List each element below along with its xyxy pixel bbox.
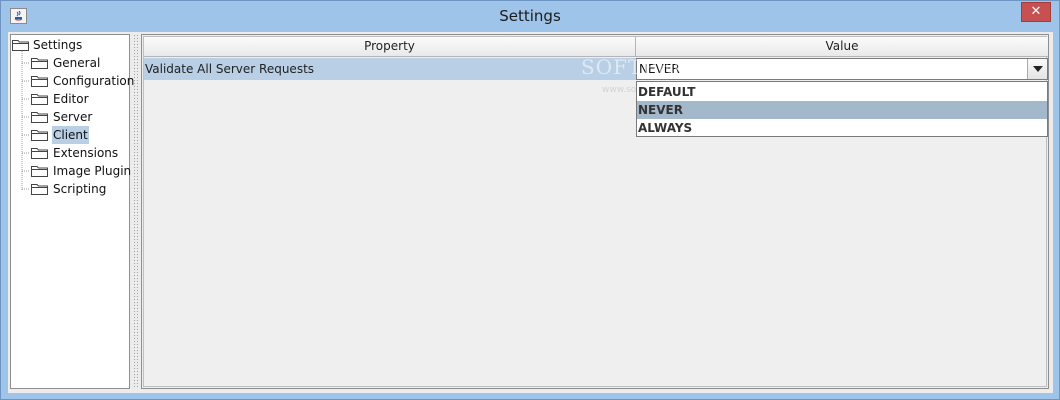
client-area: Settings General Configuration Editor Se… bbox=[8, 32, 1053, 393]
folder-icon bbox=[31, 94, 48, 105]
folder-icon bbox=[31, 130, 48, 141]
dropdown-arrow-button[interactable] bbox=[1027, 59, 1047, 79]
folder-icon bbox=[31, 166, 48, 177]
folder-icon bbox=[31, 58, 48, 69]
table-header: Property Value bbox=[144, 37, 1048, 57]
splitter-handle[interactable] bbox=[133, 34, 140, 389]
tree-item-label: Server bbox=[53, 110, 93, 124]
tree-item-label: Client bbox=[52, 126, 89, 144]
tree-item-label: Editor bbox=[53, 92, 89, 106]
watermark-logo: SOFTPEDIA bbox=[581, 55, 714, 79]
properties-table: Property Value Validate All Server Reque… bbox=[141, 34, 1049, 389]
folder-icon bbox=[31, 184, 48, 195]
tree-root-label: Settings bbox=[33, 38, 83, 52]
folder-icon bbox=[31, 76, 48, 87]
tree-item-label: Configuration bbox=[53, 74, 135, 88]
window-title: Settings bbox=[499, 7, 561, 25]
folder-icon bbox=[31, 112, 48, 123]
value-dropdown-list[interactable]: DEFAULT NEVER ALWAYS bbox=[636, 81, 1048, 137]
folder-icon bbox=[12, 40, 29, 51]
dropdown-option-never[interactable]: NEVER bbox=[637, 101, 1047, 119]
close-button[interactable]: ✕ bbox=[1021, 2, 1051, 22]
folder-icon bbox=[31, 148, 48, 159]
properties-table-viewport: Property Value Validate All Server Reque… bbox=[143, 36, 1048, 387]
tree-item-label: Image Plugin bbox=[53, 164, 132, 178]
settings-tree[interactable]: Settings General Configuration Editor Se… bbox=[10, 34, 134, 389]
column-header-property[interactable]: Property bbox=[144, 37, 636, 56]
dropdown-option-default[interactable]: DEFAULT bbox=[637, 83, 1047, 101]
tree-item-label: Scripting bbox=[53, 182, 107, 196]
tree-item-label: General bbox=[53, 56, 101, 70]
dropdown-option-always[interactable]: ALWAYS bbox=[637, 119, 1047, 137]
chevron-down-icon bbox=[1033, 66, 1043, 72]
title-bar[interactable]: Settings ✕ bbox=[1, 1, 1059, 32]
property-cell[interactable]: Validate All Server Requests bbox=[144, 58, 636, 80]
column-header-value[interactable]: Value bbox=[636, 37, 1048, 56]
tree-item-label: Extensions bbox=[53, 146, 119, 160]
settings-window: Settings ✕ Settings General Configuratio… bbox=[0, 0, 1060, 400]
